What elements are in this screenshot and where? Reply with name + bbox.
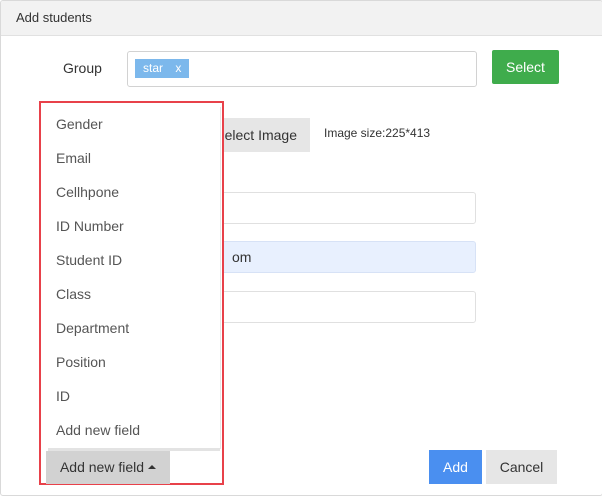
menu-item-student-id[interactable]: Student ID	[48, 243, 220, 277]
menu-item-id-number[interactable]: ID Number	[48, 209, 220, 243]
group-tag: star x	[135, 59, 190, 78]
field-menu: Gender Email Cellhpone ID Number Student…	[48, 107, 221, 449]
menu-item-position[interactable]: Position	[48, 345, 220, 379]
menu-item-id[interactable]: ID	[48, 379, 220, 413]
tag-remove-icon[interactable]: x	[175, 61, 181, 75]
menu-item-gender[interactable]: Gender	[48, 107, 220, 141]
dialog-title: Add students	[16, 10, 92, 25]
name-field[interactable]	[201, 192, 476, 224]
cancel-button[interactable]: Cancel	[486, 450, 557, 484]
add-button[interactable]: Add	[429, 450, 482, 484]
email-field[interactable]: om	[201, 241, 476, 273]
menu-item-department[interactable]: Department	[48, 311, 220, 345]
menu-item-email[interactable]: Email	[48, 141, 220, 175]
add-new-field-label: Add new field	[59, 459, 145, 475]
add-new-field-button[interactable]: Add new field	[46, 451, 170, 484]
menu-item-class[interactable]: Class	[48, 277, 220, 311]
menu-item-cellphone[interactable]: Cellhpone	[48, 175, 220, 209]
add-field-dropdown: Gender Email Cellhpone ID Number Student…	[39, 101, 224, 485]
image-size-text: Image size:225*413	[324, 126, 431, 140]
phone-field[interactable]	[201, 291, 476, 323]
group-label: Group	[63, 60, 102, 76]
select-group-button[interactable]: Select	[492, 50, 559, 84]
dialog-header: Add students	[1, 1, 602, 36]
group-tag-label: star	[143, 61, 164, 75]
caret-up-icon	[148, 465, 157, 469]
group-input[interactable]: star x	[127, 51, 477, 87]
add-students-dialog: Add students Group star x Select elect I…	[0, 0, 602, 496]
menu-item-add-new-field[interactable]: Add new field	[48, 413, 220, 447]
